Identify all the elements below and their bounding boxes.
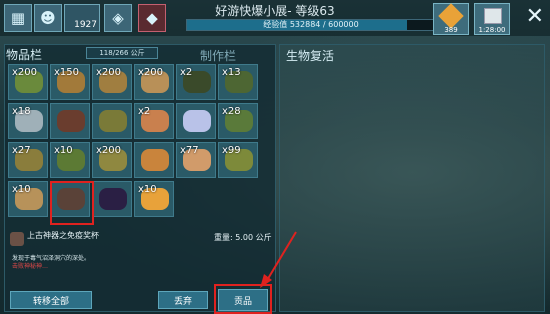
- item-count: x13: [222, 67, 241, 78]
- inventory-slot[interactable]: x10: [50, 142, 90, 178]
- inventory-slot[interactable]: x200: [92, 142, 132, 178]
- xp-bar: 经验值 532884 / 600000: [186, 19, 436, 31]
- item-count: x27: [12, 145, 31, 156]
- gift-icon: [484, 8, 502, 24]
- gift-resource[interactable]: 1:28:00: [474, 3, 510, 35]
- item-count: x200: [96, 67, 122, 78]
- inventory-slot[interactable]: x99: [218, 142, 258, 178]
- inventory-slot[interactable]: x10: [8, 181, 48, 217]
- item-count: x10: [12, 184, 31, 195]
- selected-item-highlight: [50, 181, 94, 225]
- transfer-all-button[interactable]: 转移全部: [10, 291, 92, 309]
- item-count: x2: [138, 106, 151, 117]
- capacity-indicator: 118/266 公斤: [86, 47, 158, 59]
- item-count: x28: [222, 106, 241, 117]
- artifact-icon[interactable]: ◆: [138, 4, 166, 32]
- item-count: x10: [138, 184, 157, 195]
- profile-icon[interactable]: ☻: [34, 4, 62, 32]
- gem-icon: [438, 3, 464, 29]
- item-count: x77: [180, 145, 199, 156]
- gem-resource[interactable]: 389: [433, 3, 469, 35]
- inventory-slot[interactable]: x150: [50, 64, 90, 100]
- drop-button[interactable]: 丢弃: [158, 291, 208, 309]
- item-icon: [57, 110, 85, 132]
- xp-text: 经验值 532884 / 600000: [263, 20, 359, 29]
- item-count: x200: [138, 67, 164, 78]
- pointer-arrow: [260, 231, 297, 288]
- inventory-grid: x200 x150 x200 x200 x2 x13 x18 x2 x28 x27 x10 x200 x…: [8, 64, 270, 230]
- gift-timer: 1:28:00: [478, 26, 506, 34]
- item-count: x2: [180, 67, 193, 78]
- item-description-red: 击败神秘神…: [12, 263, 49, 270]
- inventory-slot[interactable]: x2: [176, 64, 216, 100]
- item-preview-icon: [10, 232, 24, 246]
- inventory-slot[interactable]: x27: [8, 142, 48, 178]
- item-count: x200: [12, 67, 38, 78]
- inventory-slot[interactable]: x2: [134, 103, 174, 139]
- item-icon: [99, 188, 127, 210]
- inventory-slot[interactable]: x200: [134, 64, 174, 100]
- inventory-slot[interactable]: [92, 103, 132, 139]
- inventory-slot[interactable]: [134, 142, 174, 178]
- inventory-slot[interactable]: [50, 103, 90, 139]
- tribe-icon[interactable]: ◈: [104, 4, 132, 32]
- page-title: 好游快爆小展- 等级63: [215, 4, 335, 18]
- inventory-slot[interactable]: [92, 181, 132, 217]
- inventory-slot[interactable]: x200: [8, 64, 48, 100]
- item-icon: [141, 149, 169, 171]
- inventory-slot[interactable]: [176, 103, 216, 139]
- gem-amount: 389: [444, 26, 458, 34]
- item-icon: [183, 110, 211, 132]
- tab-crafting[interactable]: 制作栏: [200, 47, 236, 64]
- inventory-slot[interactable]: x77: [176, 142, 216, 178]
- item-count: x18: [12, 106, 31, 117]
- item-count: x150: [54, 67, 80, 78]
- item-count: x10: [54, 145, 73, 156]
- inventory-slot[interactable]: x18: [8, 103, 48, 139]
- menu-grid-icon[interactable]: ▦: [4, 4, 32, 32]
- item-count: x200: [96, 145, 122, 156]
- inventory-slot[interactable]: x10: [134, 181, 174, 217]
- inventory-slot[interactable]: x13: [218, 64, 258, 100]
- revive-panel-title: 生物复活: [286, 49, 335, 63]
- level-count: 1927: [74, 20, 97, 30]
- inventory-slot[interactable]: x200: [92, 64, 132, 100]
- inventory-slot[interactable]: x28: [218, 103, 258, 139]
- creature-revive-panel: [279, 44, 545, 312]
- item-name: 上古神器之免疫奖杯: [27, 231, 99, 240]
- tab-inventory[interactable]: 物品栏: [6, 46, 42, 63]
- item-icon: [99, 110, 127, 132]
- close-icon[interactable]: ✕: [526, 6, 544, 28]
- item-count: x99: [222, 145, 241, 156]
- level-badge[interactable]: 1927: [64, 4, 100, 32]
